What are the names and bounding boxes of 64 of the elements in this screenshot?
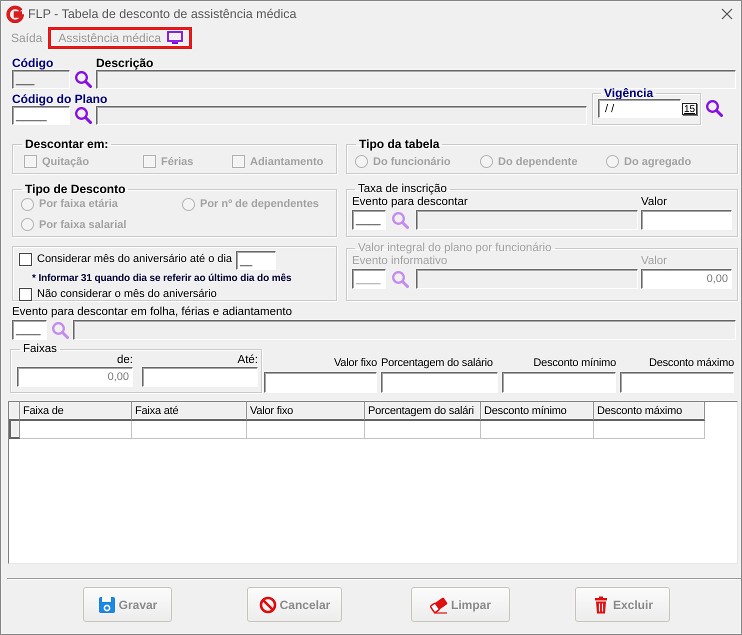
- value-field[interactable]: [381, 372, 498, 393]
- range-to-field[interactable]: [142, 367, 258, 387]
- event-description-field[interactable]: [416, 269, 638, 289]
- field-label: Código do Plano: [12, 92, 108, 106]
- field-label: Evento informativo: [352, 254, 448, 268]
- checkbox[interactable]: Considerar mês do aniversário até o dia: [19, 252, 232, 266]
- column-header[interactable]: Porcentagem do salári: [365, 402, 481, 421]
- group-title: Tipo da tabela: [358, 138, 440, 151]
- field-label: Valor fixo: [332, 356, 377, 370]
- header-corner: [9, 402, 20, 421]
- event-code-field[interactable]: ____: [352, 210, 386, 230]
- event-code-field[interactable]: ____: [12, 320, 47, 340]
- column-header[interactable]: Faixa de: [20, 402, 132, 421]
- event-description-field[interactable]: [73, 320, 736, 340]
- no-entry-icon: [258, 596, 277, 614]
- table-cell[interactable]: [594, 421, 705, 439]
- field-label: de:: [116, 353, 133, 367]
- table-cell[interactable]: [247, 421, 365, 439]
- checkbox[interactable]: Não considerar o mês do aniversário: [19, 287, 217, 301]
- plan-code-field[interactable]: _____: [12, 106, 70, 125]
- column-header[interactable]: Faixa até: [132, 402, 247, 421]
- menu-item[interactable]: Assistência médica: [58, 31, 162, 45]
- field-label: Valor: [641, 195, 668, 209]
- search-icon[interactable]: [74, 70, 92, 88]
- day-field[interactable]: __: [236, 251, 276, 270]
- group-title: Taxa de inscrição: [357, 183, 448, 196]
- search-icon[interactable]: [705, 99, 723, 117]
- table-cell[interactable]: [481, 421, 594, 439]
- row-indicator[interactable]: [9, 421, 20, 439]
- value-field[interactable]: [502, 372, 616, 393]
- field-label: Desconto mínimo: [532, 356, 616, 370]
- logo-icon: [6, 5, 24, 23]
- group-title: Tipo de Desconto: [24, 183, 126, 196]
- table-cell[interactable]: [132, 421, 247, 439]
- value-field[interactable]: [620, 372, 734, 393]
- field-label: Valor: [641, 254, 668, 268]
- group-title: Vigência: [603, 87, 654, 100]
- field-label: Evento para descontar: [352, 195, 469, 209]
- event-description-field[interactable]: [416, 210, 638, 230]
- range-from-field[interactable]: 0,00: [17, 367, 133, 387]
- monitor-icon[interactable]: [167, 31, 184, 45]
- group-title: Faixas: [22, 343, 58, 356]
- date-field[interactable]: / /: [598, 99, 681, 118]
- group-title: Valor integral do plano por funcionário: [357, 242, 552, 255]
- field-label: Desconto máximo: [648, 356, 734, 370]
- column-header[interactable]: Valor fixo: [247, 402, 365, 421]
- column-header[interactable]: Desconto máximo: [594, 402, 705, 421]
- table-cell[interactable]: [20, 421, 132, 439]
- value-field[interactable]: [264, 372, 377, 393]
- column-header[interactable]: Desconto mínimo: [481, 402, 594, 421]
- close-icon[interactable]: [721, 8, 733, 20]
- group-title: Descontar em:: [24, 138, 110, 151]
- menu-item[interactable]: Saída: [11, 31, 42, 45]
- field-label: Evento para descontar em folha, férias e adiantamento: [12, 305, 294, 319]
- value-field[interactable]: [641, 210, 732, 230]
- note-text: * Informar 31 quando dia se referir ao último dia do mês: [32, 272, 292, 285]
- field-label: Porcentagem do salário: [381, 356, 494, 370]
- calendar-button[interactable]: 15: [682, 102, 698, 114]
- table-cell[interactable]: [365, 421, 481, 439]
- field-label: Código: [12, 56, 54, 70]
- search-icon[interactable]: [74, 106, 92, 124]
- field-label: Descrição: [96, 56, 154, 70]
- field-label: Até:: [236, 353, 258, 367]
- window-title: FLP - Tabela de desconto de assistência médica: [28, 7, 298, 21]
